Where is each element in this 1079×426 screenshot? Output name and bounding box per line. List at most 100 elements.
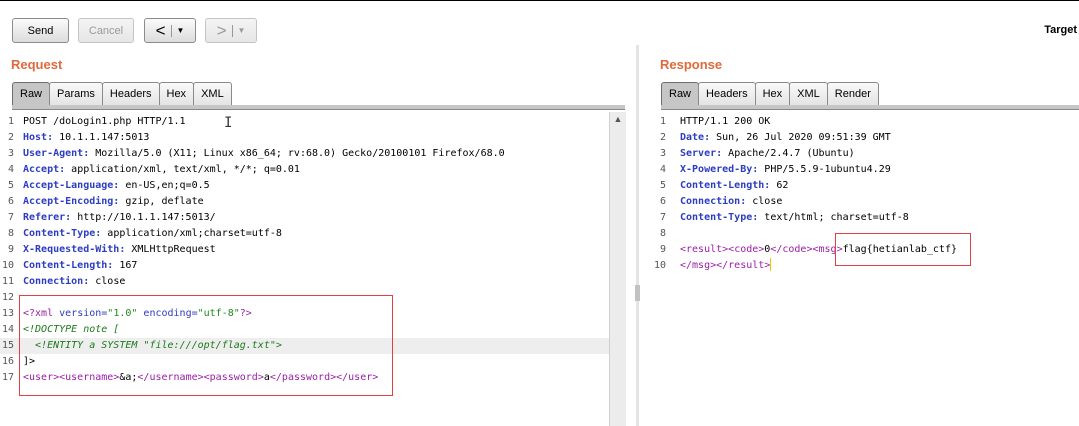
tab-raw[interactable]: Raw <box>12 82 51 105</box>
line-number: 3 <box>659 148 666 159</box>
code-text: Host: 10.1.1.147:5013 <box>23 130 149 146</box>
code-line: 10 Content-Length: 167 <box>0 258 609 274</box>
code-token: Content-Type: <box>23 228 102 239</box>
line-number: 17 <box>1 372 14 383</box>
code-token: Content-Type: <box>680 212 759 223</box>
code-token: Accept-Language: <box>23 180 120 191</box>
line-number: 14 <box>1 324 14 335</box>
code-text: Content-Type: text/html; charset=utf-8 <box>680 210 909 226</box>
line-number: 6 <box>659 196 666 207</box>
line-number: 15 <box>1 340 14 351</box>
tab-hex[interactable]: Hex <box>158 82 195 105</box>
code-token: gzip, deflate <box>119 196 204 207</box>
code-token: Content-Length: <box>23 260 114 271</box>
line-number: 13 <box>1 308 14 319</box>
tab-xml[interactable]: XML <box>193 82 232 105</box>
code-line: 2 Host: 10.1.1.147:5013 <box>0 130 609 146</box>
code-line: 4 X-Powered-By: PHP/5.5.9-1ubuntu4.29 <box>650 162 1079 178</box>
code-token: Mozilla/5.0 (X11; Linux x86_64; rv:68.0)… <box>89 148 505 159</box>
code-token: Content-Length: <box>680 180 771 191</box>
code-text: Connection: close <box>680 194 782 210</box>
scroll-up-arrow-icon[interactable]: ▲ <box>610 112 626 126</box>
code-token: X-Powered-By: <box>680 164 759 175</box>
code-text: X-Requested-With: XMLHttpRequest <box>23 242 216 258</box>
code-token: Accept-Encoding: <box>23 196 120 207</box>
back-button[interactable]: < ▼ <box>144 18 196 43</box>
code-text: POST /doLogin1.php HTTP/1.1 <box>23 114 186 130</box>
line-number: 3 <box>7 148 14 159</box>
code-token: POST /doLogin1.php HTTP/1.1 <box>23 116 186 127</box>
code-line: 4 Accept: application/xml, text/xml, */*;… <box>0 162 609 178</box>
line-number: 1 <box>659 116 666 127</box>
line-number: 8 <box>659 228 666 239</box>
code-token: <code> <box>728 244 765 255</box>
code-token: Sun, 26 Jul 2020 09:51:39 GMT <box>710 132 891 143</box>
code-token: Referer: <box>23 212 72 223</box>
text-caret <box>770 258 771 271</box>
code-line: 3 User-Agent: Mozilla/5.0 (X11; Linux x86… <box>0 146 609 162</box>
code-token: </code> <box>770 244 813 255</box>
response-flag-highlight <box>835 233 971 266</box>
line-number: 6 <box>7 196 14 207</box>
line-number: 11 <box>1 276 14 287</box>
window-top-border <box>0 0 1079 1</box>
tab-render[interactable]: Render <box>826 82 879 105</box>
code-token: Accept: <box>23 164 66 175</box>
send-button[interactable]: Send <box>12 18 69 43</box>
code-line: 8 Content-Type: application/xml;charset=u… <box>0 226 609 242</box>
code-token: application/xml;charset=utf-8 <box>101 228 282 239</box>
code-token: Date: <box>680 132 711 143</box>
tab-xml[interactable]: XML <box>789 82 828 105</box>
code-text: Accept-Language: en-US,en;q=0.5 <box>23 178 210 194</box>
code-line: 6 Accept-Encoding: gzip, deflate <box>0 194 609 210</box>
forward-button[interactable]: > ▼ <box>205 18 257 43</box>
line-number: 5 <box>7 180 14 191</box>
tab-hex[interactable]: Hex <box>754 82 791 105</box>
split-pane-divider[interactable] <box>636 45 639 426</box>
line-number: 12 <box>1 292 14 303</box>
line-number: 1 <box>7 116 14 127</box>
code-token: 10.1.1.147:5013 <box>53 132 150 143</box>
tab-headers[interactable]: Headers <box>101 82 160 105</box>
line-number: 7 <box>659 212 666 223</box>
request-payload-highlight <box>19 295 393 396</box>
code-text: Accept: application/xml, text/xml, */*; … <box>23 162 300 178</box>
target-label[interactable]: Target <box>1044 24 1077 36</box>
response-title: Response <box>660 57 723 72</box>
request-scrollbar[interactable]: ▲ <box>609 112 626 426</box>
code-text: Content-Length: 167 <box>23 258 137 274</box>
chevron-down-icon[interactable]: ▼ <box>238 26 246 35</box>
code-line: 1 POST /doLogin1.php HTTP/1.1 <box>0 114 609 130</box>
code-line: 3 Server: Apache/2.4.7 (Ubuntu) <box>650 146 1079 162</box>
response-editor[interactable]: 1 HTTP/1.1 200 OK 2 Date: Sun, 26 Jul 2020 … <box>650 112 1079 426</box>
code-token: HTTP/1.1 200 OK <box>680 116 771 127</box>
code-line: 5 Content-Length: 62 <box>650 178 1079 194</box>
code-token: XMLHttpRequest <box>125 244 216 255</box>
tab-raw[interactable]: Raw <box>661 82 700 105</box>
line-number: 4 <box>7 164 14 175</box>
request-tab-underline <box>12 105 625 110</box>
code-line: 11 Connection: close <box>0 274 609 290</box>
code-token: Connection: <box>23 276 90 287</box>
code-token: text/html; charset=utf-8 <box>758 212 909 223</box>
response-tab-underline <box>661 105 1079 110</box>
line-number: 8 <box>7 228 14 239</box>
code-text: Date: Sun, 26 Jul 2020 09:51:39 GMT <box>680 130 891 146</box>
code-line: 7 Referer: http://10.1.1.147:5013/ <box>0 210 609 226</box>
chevron-down-icon[interactable]: ▼ <box>177 26 185 35</box>
split-pane-grip[interactable] <box>635 285 640 301</box>
code-text: Content-Length: 62 <box>680 178 788 194</box>
code-line: 9 X-Requested-With: XMLHttpRequest <box>0 242 609 258</box>
code-text: HTTP/1.1 200 OK <box>680 114 770 130</box>
request-title: Request <box>11 57 63 72</box>
button-separator <box>170 24 172 37</box>
tab-headers[interactable]: Headers <box>698 82 756 105</box>
line-number: 7 <box>7 212 14 223</box>
tab-params[interactable]: Params <box>49 82 103 105</box>
line-number: 4 <box>659 164 666 175</box>
code-token: PHP/5.5.9-1ubuntu4.29 <box>758 164 891 175</box>
code-text: Connection: close <box>23 274 125 290</box>
cancel-button[interactable]: Cancel <box>78 18 134 43</box>
code-token: Apache/2.4.7 (Ubuntu) <box>722 148 855 159</box>
line-number: 5 <box>659 180 666 191</box>
